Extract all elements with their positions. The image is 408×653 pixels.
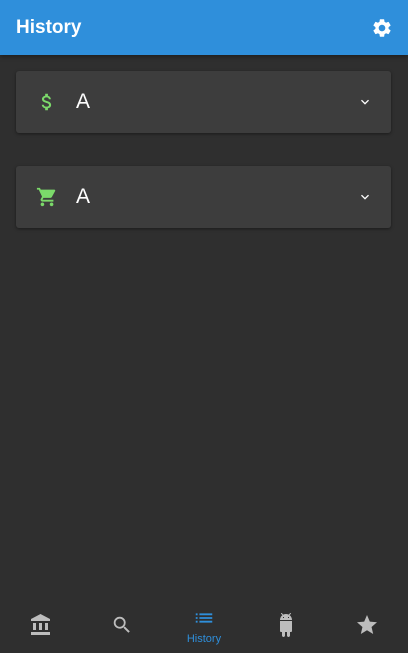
app-bar: History (0, 0, 408, 55)
nav-label-history: History (186, 633, 222, 645)
card-icon (36, 91, 58, 113)
chevron-down-icon (361, 194, 369, 200)
expand-toggle[interactable] (357, 94, 373, 110)
history-card[interactable]: A (16, 71, 391, 133)
card-label: A (76, 90, 91, 113)
card-icon (36, 186, 58, 208)
nav-item-bank[interactable] (0, 597, 82, 653)
nav-item-search[interactable] (82, 597, 164, 653)
history-card[interactable]: A (16, 166, 391, 228)
search-icon (114, 616, 131, 633)
chevron-down-icon (361, 99, 369, 105)
bank-icon (30, 614, 50, 635)
page-title: History (16, 16, 82, 38)
cart-icon (36, 187, 56, 207)
dollar-icon (41, 93, 52, 111)
nav-item-history[interactable]: History (163, 597, 245, 653)
gear-icon (373, 18, 391, 37)
bottom-navigation: History (0, 597, 408, 653)
nav-item-favorites[interactable] (326, 597, 408, 653)
expand-toggle[interactable] (357, 189, 373, 205)
android-icon (279, 613, 292, 637)
list-icon (195, 613, 213, 623)
card-label: A (76, 185, 91, 208)
nav-item-android[interactable] (245, 597, 327, 653)
star-icon (357, 615, 378, 634)
settings-button[interactable] (370, 16, 394, 40)
app-root: History A A History (0, 0, 408, 653)
